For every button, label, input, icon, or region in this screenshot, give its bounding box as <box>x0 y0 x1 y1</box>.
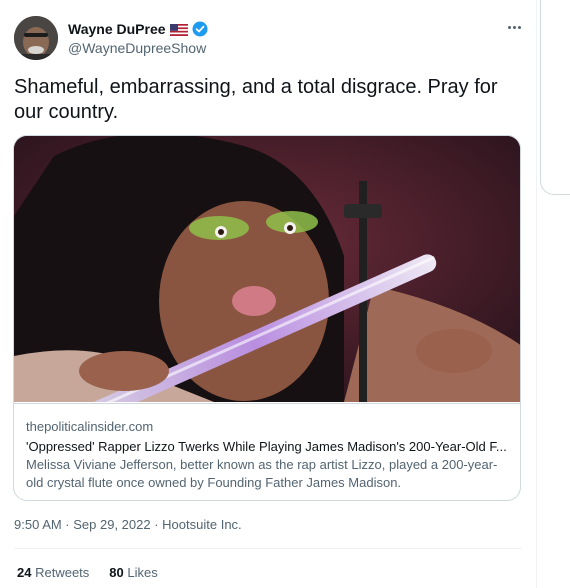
display-name[interactable]: Wayne DuPree <box>68 21 166 37</box>
card-domain: thepoliticalinsider.com <box>26 419 154 434</box>
card-title[interactable]: 'Oppressed' Rapper Lizzo Twerks While Pl… <box>26 437 510 456</box>
tweet-timestamp-row: 9:50 AM · Sep 29, 2022 · Hootsuite Inc. <box>14 517 242 532</box>
retweets-stat[interactable]: 24 Retweets <box>17 565 89 580</box>
us-flag-icon <box>169 23 188 36</box>
tweet: Wayne DuPree @WayneDupreeShow Shameful, … <box>0 0 536 588</box>
author-name-row[interactable]: Wayne DuPree <box>68 20 208 38</box>
verified-badge-icon <box>192 21 208 37</box>
tweet-source[interactable]: Hootsuite Inc. <box>162 517 242 532</box>
engagement-stats: 24 Retweets 80 Likes <box>17 565 158 580</box>
retweets-label: Retweets <box>35 565 90 580</box>
more-options-icon[interactable] <box>503 18 525 36</box>
card-meta: thepoliticalinsider.com 'Oppressed' Rapp… <box>14 403 520 500</box>
avatar-image <box>14 16 58 60</box>
likes-label: Likes <box>127 565 158 580</box>
card-description: Melissa Viviane Jefferson, better known … <box>26 457 498 490</box>
tweet-timestamp[interactable]: 9:50 AM · Sep 29, 2022 <box>14 517 151 532</box>
link-card[interactable]: thepoliticalinsider.com 'Oppressed' Rapp… <box>13 135 521 501</box>
card-image <box>14 136 520 402</box>
retweets-count: 24 <box>17 565 32 580</box>
divider <box>14 548 522 549</box>
timestamp-separator: · <box>150 517 163 532</box>
likes-count: 80 <box>109 565 124 580</box>
sidebar-card-edge <box>540 0 570 195</box>
likes-stat[interactable]: 80 Likes <box>109 565 157 580</box>
avatar[interactable] <box>14 16 58 60</box>
author-handle[interactable]: @WayneDupreeShow <box>68 40 206 56</box>
tweet-text: Shameful, embarrassing, and a total disg… <box>14 76 498 123</box>
